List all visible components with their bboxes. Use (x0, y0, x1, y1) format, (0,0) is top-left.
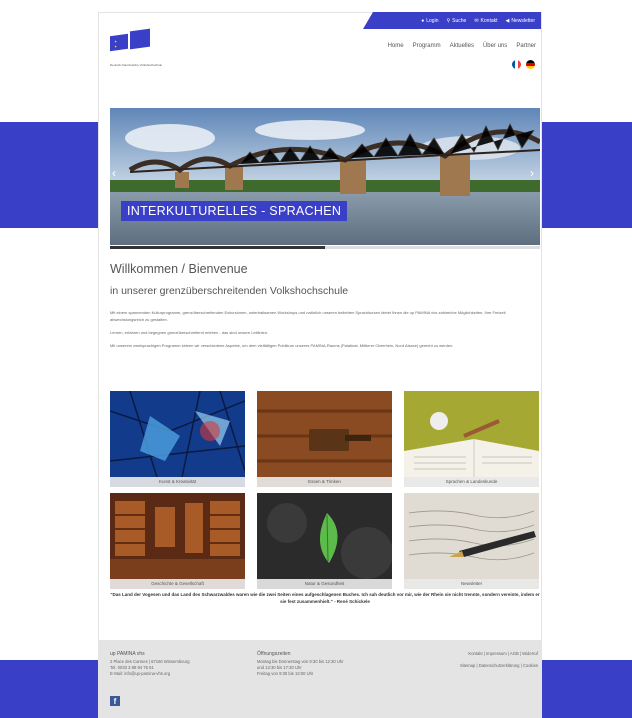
tile-sprachen[interactable]: Sprachen & Landeskunde (404, 391, 539, 487)
tile-natur[interactable]: Natur & Gesundheit (257, 493, 392, 589)
nav-item-programm[interactable]: Programm (413, 43, 441, 49)
stars-icon: ✦ ✦ (114, 39, 118, 49)
newsletter-link[interactable]: ◀ Newsletter (506, 18, 535, 24)
footer-links-row-1[interactable]: Kontakt | Impressum | AGB | Widerruf (468, 651, 538, 656)
intro-paragraph-1: Mit einem spannenden Kulturprogramm, gre… (110, 310, 506, 322)
nav-item-aktuelles[interactable]: Aktuelles (450, 43, 474, 49)
hero-band-right (540, 122, 632, 228)
slider-next-icon[interactable]: › (530, 166, 534, 180)
page-subtitle: in unserer grenzüberschreitenden Volksho… (110, 285, 349, 297)
hero-band-left (0, 122, 110, 228)
footer-address-heading: up PAMINA vhs (110, 651, 145, 657)
footer-band-right (542, 660, 632, 718)
intro-paragraph-3: Mit unserem zweisprachigen Programm setz… (110, 343, 454, 348)
hero-slider-image (110, 108, 540, 245)
french-flag-icon[interactable] (512, 60, 521, 69)
footer-hours-heading: Öffnungszeiten (257, 651, 291, 657)
tile-caption: Essen & Trinken (257, 477, 392, 487)
hero-title: INTERKULTURELLES - SPRACHEN (121, 201, 348, 221)
footer-band-left (0, 660, 98, 718)
tile-caption: Sprachen & Landeskunde (404, 477, 539, 487)
send-icon: ◀ (505, 17, 510, 24)
contact-link[interactable]: ✉ Kontakt (474, 18, 497, 24)
tile-newsletter[interactable]: Newsletter (404, 493, 539, 589)
search-link[interactable]: ⚲ Suche (446, 18, 466, 24)
footer-hours-line: Freitag von 9:30 bis 13:00 Uhr (257, 671, 314, 676)
top-utility-bar: ● Login ⚲ Suche ✉ Kontakt ◀ Newsletter (363, 12, 541, 29)
tile-essen[interactable]: Essen & Trinken (257, 391, 392, 487)
tile-kunst[interactable]: Kunst & Kreativität (110, 391, 245, 487)
page-title: Willkommen / Bienvenue (110, 262, 248, 276)
german-flag-icon[interactable] (526, 60, 535, 69)
mail-icon: ✉ (474, 17, 479, 24)
slider-prev-icon[interactable]: ‹ (112, 166, 116, 180)
nav-item-home[interactable]: Home (388, 43, 404, 49)
footer-address: up PAMINA vhs 2 Place des Carmes | 67160… (110, 651, 190, 677)
tile-caption: Kunst & Kreativität (110, 477, 245, 487)
logo-tagline: Deutsch-französische Volkshochschule (110, 63, 163, 67)
user-icon: ● (421, 17, 425, 24)
slider-progress[interactable] (110, 246, 540, 249)
tile-caption: Natur & Gesundheit (257, 579, 392, 589)
tile-caption: Geschichte & Gesellschaft (110, 579, 245, 589)
footer-opening-hours: Öffnungszeiten Montag bis Donnerstag von… (257, 651, 344, 677)
slider-progress-fill (110, 246, 325, 249)
search-icon: ⚲ (446, 17, 451, 24)
quote-author: - René Schickele (334, 599, 370, 604)
footer-links-row-2[interactable]: Sitemap | Datenschutzerklärung | Cookies (460, 663, 538, 668)
tile-geschichte[interactable]: Geschichte & Gesellschaft (110, 493, 245, 589)
login-link[interactable]: ● Login (421, 18, 438, 24)
nav-item-partner[interactable]: Partner (516, 43, 536, 49)
quote-text: "Das Land der Vogesen und das Land des S… (110, 592, 540, 604)
nav-item-ueber-uns[interactable]: Über uns (483, 43, 507, 49)
main-nav: Home Programm Aktuelles Über uns Partner (388, 43, 536, 49)
intro-paragraph-2: Lernen, erfahren und begegnen grenzübers… (110, 330, 269, 335)
tile-caption: Newsletter (404, 579, 539, 589)
language-switcher (512, 60, 535, 69)
footer-email[interactable]: E-Mail: info@up-pamina-vhs.org (110, 671, 190, 677)
quote: "Das Land der Vogesen und das Land des S… (110, 591, 540, 605)
facebook-icon[interactable]: f (110, 696, 120, 706)
